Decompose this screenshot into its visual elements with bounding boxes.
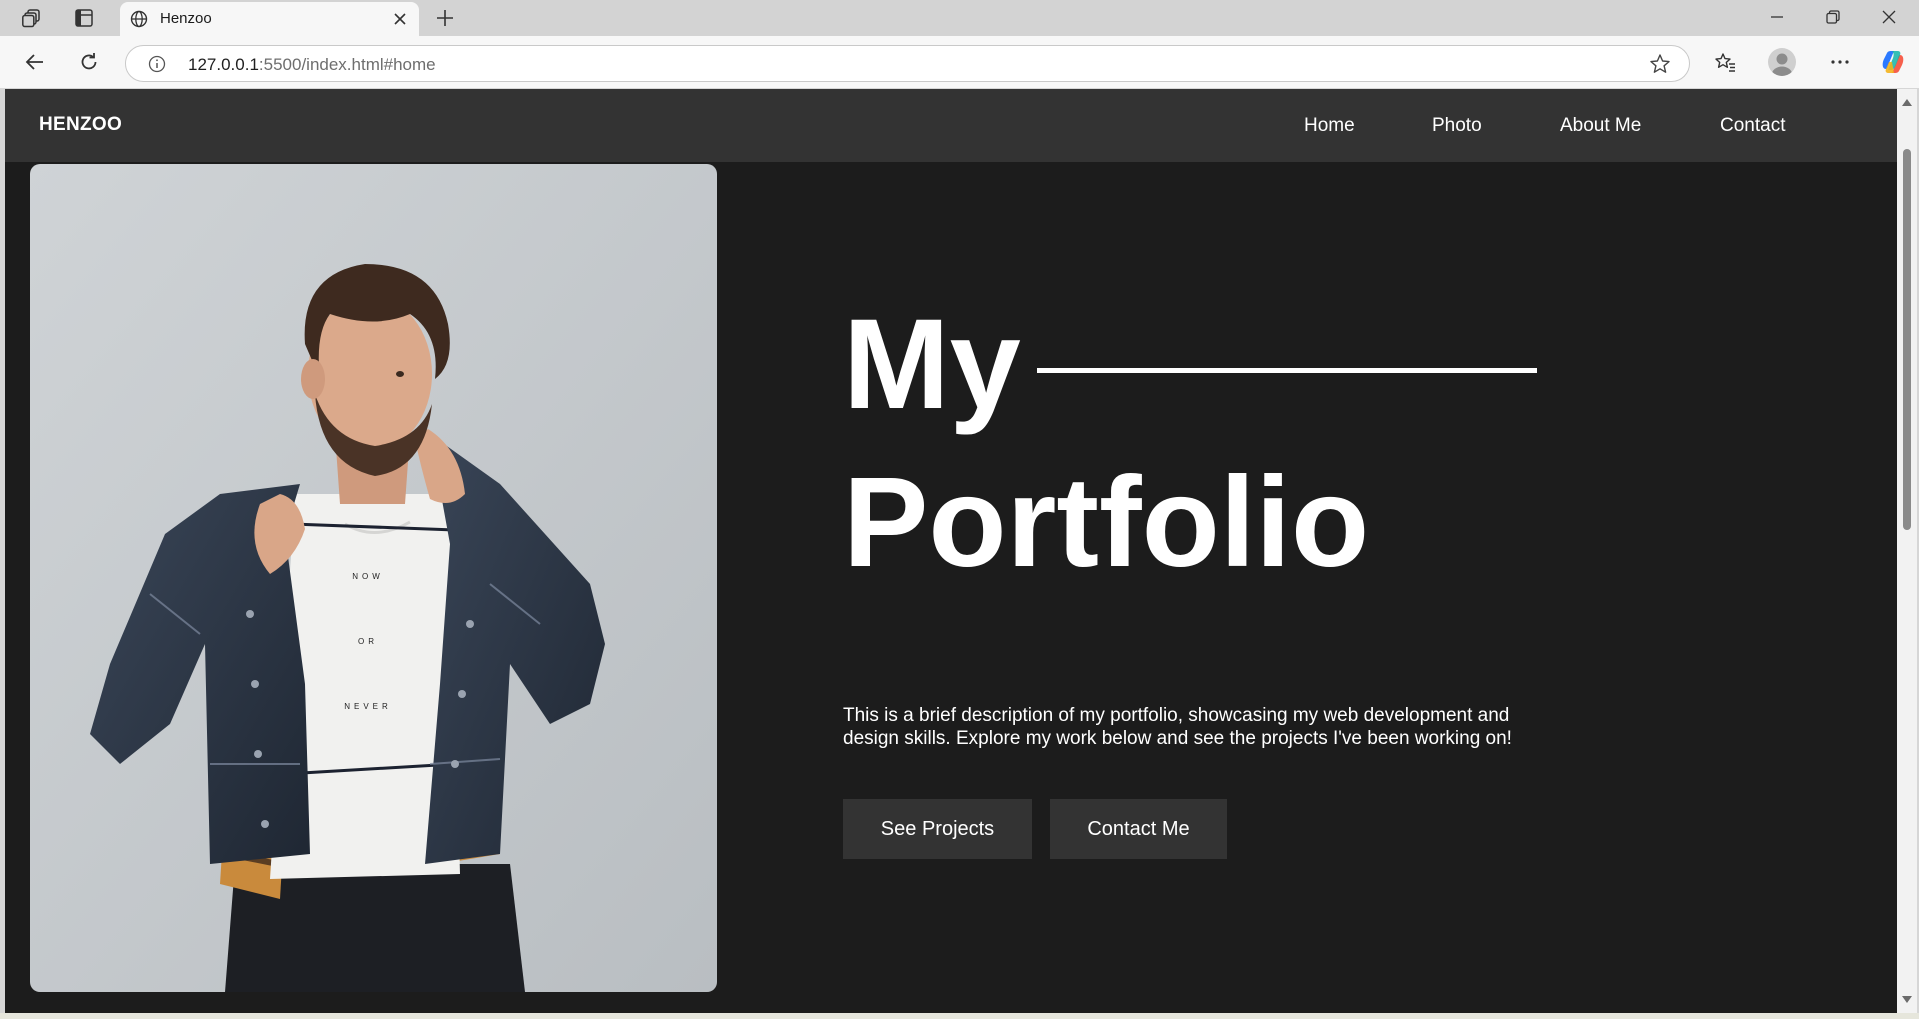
scroll-thumb[interactable] (1903, 149, 1911, 530)
hero-description: This is a brief description of my portfo… (843, 705, 1512, 749)
workspaces-icon[interactable] (19, 5, 45, 31)
hero-title-line-1: My (843, 301, 1537, 429)
minimize-icon[interactable] (1749, 0, 1805, 34)
url-path: :5500/index.html#home (258, 55, 436, 74)
site-brand-logo[interactable]: HENZOO (39, 114, 122, 136)
browser-tab-bar: Henzoo (0, 0, 1919, 36)
new-tab-icon[interactable] (432, 5, 458, 31)
hero-divider-line (1036, 367, 1537, 373)
nav-about-me[interactable]: About Me (1560, 115, 1641, 137)
back-icon[interactable] (19, 46, 51, 78)
nav-photo[interactable]: Photo (1432, 115, 1482, 137)
scroll-up-arrow-icon[interactable] (1902, 99, 1912, 106)
more-options-icon[interactable] (1824, 46, 1856, 78)
vertical-tabs-icon[interactable] (71, 5, 97, 31)
favorite-star-icon[interactable] (1649, 53, 1671, 75)
close-window-icon[interactable] (1861, 0, 1917, 34)
url-host: 127.0.0.1 (188, 55, 259, 74)
restore-icon[interactable] (1805, 0, 1861, 34)
scroll-down-arrow-icon[interactable] (1902, 996, 1912, 1003)
nav-home[interactable]: Home (1304, 115, 1355, 137)
tab-title: Henzoo (160, 10, 212, 27)
active-tab[interactable]: Henzoo (120, 2, 419, 36)
portrait-photo: NOW OR NEVER (30, 164, 717, 992)
site-navbar: HENZOO Home Photo About Me Contact (5, 89, 1897, 162)
shirt-text-never: NEVER (344, 702, 392, 711)
address-bar[interactable]: 127.0.0.1:5500/index.html#home (125, 45, 1690, 82)
window-bottom-edge (0, 1013, 1919, 1019)
page-viewport: HENZOO Home Photo About Me Contact NOW O… (5, 89, 1897, 1013)
page-scrollbar[interactable] (1897, 89, 1917, 1013)
url-text: 127.0.0.1:5500/index.html#home (188, 55, 436, 75)
profile-avatar-icon[interactable] (1768, 48, 1796, 76)
site-info-icon[interactable] (148, 55, 166, 73)
globe-icon (130, 10, 148, 28)
contact-me-button[interactable]: Contact Me (1050, 799, 1227, 859)
copilot-icon[interactable] (1877, 46, 1909, 78)
favorites-icon[interactable] (1709, 46, 1741, 78)
hero-title-my: My (843, 293, 1021, 436)
refresh-icon[interactable] (73, 46, 105, 78)
browser-toolbar: 127.0.0.1:5500/index.html#home (0, 36, 1919, 88)
nav-contact[interactable]: Contact (1720, 115, 1785, 137)
see-projects-button[interactable]: See Projects (843, 799, 1032, 859)
hero-title-portfolio: Portfolio (843, 451, 1370, 594)
shirt-text-or: OR (358, 637, 378, 646)
close-tab-icon[interactable] (389, 8, 411, 30)
shirt-text-now: NOW (352, 572, 384, 581)
